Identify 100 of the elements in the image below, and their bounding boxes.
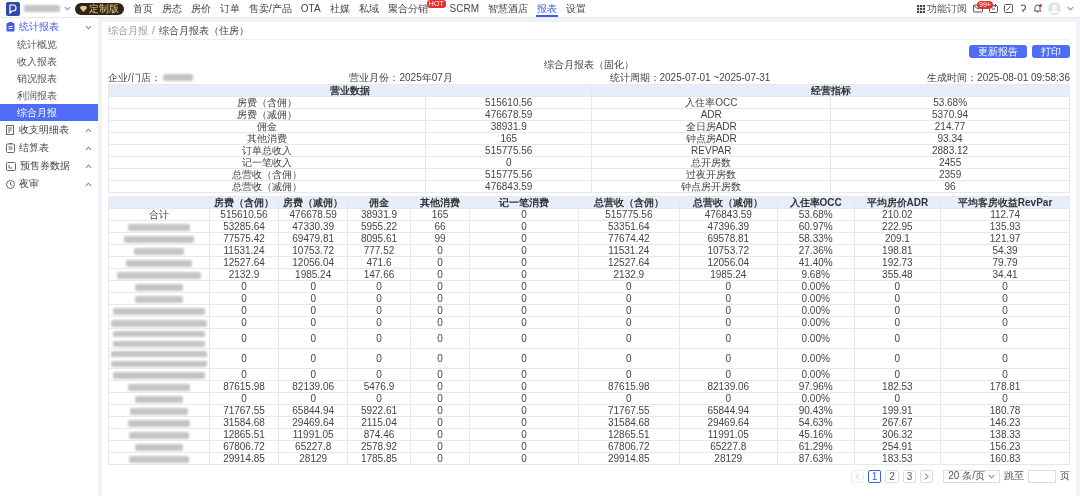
nav-tab[interactable]: SCRM [448, 0, 481, 17]
page-size-select[interactable]: 20 条/页 [943, 469, 1000, 483]
table-cell: 0 [578, 304, 680, 317]
nav-tab[interactable]: 私域 [357, 0, 380, 17]
table-cell: 0 [679, 328, 778, 349]
menu-item[interactable]: 利润报表 [0, 87, 98, 104]
nav-tab[interactable]: OTA [299, 0, 322, 17]
table-cell: 0 [278, 304, 348, 317]
table-cell: 96 [830, 180, 1070, 193]
edition-badge[interactable]: 定制版 [75, 2, 124, 15]
table-cell: 0.00% [777, 328, 855, 349]
table-cell: 41.40% [777, 256, 855, 269]
nav-tab[interactable]: 社媒 [328, 0, 351, 17]
table-cell: 254.91 [854, 440, 941, 453]
table-cell: 67806.72 [578, 440, 680, 453]
document-icon [6, 125, 15, 135]
table-cell: 0 [940, 328, 1070, 349]
table-cell: 38931.9 [425, 120, 592, 133]
table-cell: 60.97% [777, 220, 855, 233]
table-cell: 0 [940, 368, 1070, 381]
caret-icon[interactable] [64, 5, 71, 12]
action-button[interactable]: 更新报告 [969, 45, 1027, 58]
nav-tab[interactable]: 设置 [565, 0, 588, 17]
action-button[interactable]: 打印 [1032, 45, 1070, 58]
table-cell: 2132.9 [578, 268, 680, 281]
table-cell: 钟点房开房数 [591, 180, 831, 193]
table-cell: 0 [278, 316, 348, 329]
table-cell: 0 [679, 280, 778, 293]
table-cell: 0 [578, 348, 680, 369]
table-cell: 777.52 [347, 244, 411, 257]
table-cell: 121.97 [940, 232, 1070, 245]
table-cell: 其他消费 [108, 132, 426, 145]
menu-item[interactable]: 综合月报 [0, 104, 98, 121]
nav-tab[interactable]: 订单 [219, 0, 241, 17]
table-cell: 0 [410, 392, 470, 405]
menu-group[interactable]: 收支明细表 [0, 121, 98, 139]
table-cell: 0 [410, 292, 470, 305]
menu-item[interactable]: 销况报表 [0, 70, 98, 87]
table-cell: 0 [347, 328, 411, 349]
page-jump-field[interactable] [1028, 469, 1056, 483]
table-cell: 11991.05 [679, 428, 778, 441]
table-cell: 8095.61 [347, 232, 411, 245]
nav-tab[interactable]: 聚合分销 [386, 0, 429, 17]
caret-icon [85, 180, 92, 188]
page-button[interactable]: 3 [902, 469, 917, 483]
nav-tab[interactable]: 首页 [132, 0, 154, 17]
table-cell: 0.00% [777, 392, 855, 405]
bell-icon[interactable] [1033, 4, 1042, 13]
menu-group[interactable]: 统计报表 [0, 18, 98, 36]
menu-group[interactable]: 结算表 [0, 139, 98, 157]
blurred-text [133, 247, 184, 255]
breadcrumb-current: 综合月报表（住房） [158, 23, 249, 38]
table-cell: 0 [578, 316, 680, 329]
page-button[interactable]: 2 [885, 469, 899, 483]
page-button[interactable]: 1 [867, 469, 882, 483]
table-cell: 82139.06 [278, 380, 348, 393]
menu-group[interactable]: 预售券数据 [0, 157, 98, 175]
table-cell: 0 [469, 404, 579, 417]
table-cell: 61.29% [777, 440, 855, 453]
table-cell: 0.00% [777, 316, 855, 329]
logo-icon[interactable] [6, 1, 20, 16]
help-icon[interactable] [1019, 4, 1027, 13]
table-cell: 53.68% [777, 208, 855, 221]
blurred-text [127, 419, 190, 427]
table-cell: 54.39 [940, 244, 1070, 257]
nav-tab[interactable]: 售卖/产品 [248, 0, 293, 17]
table-cell: 0 [469, 232, 579, 245]
table-cell: 2115.04 [347, 416, 411, 429]
table-cell: 0 [209, 368, 279, 381]
table-cell: 0 [469, 368, 579, 381]
table-cell: 0 [940, 392, 1070, 405]
table-cell: 0 [469, 452, 579, 465]
table-cell: 5370.94 [830, 108, 1070, 121]
meta-text: 生成时间：2025-08-01 09:58:36 [927, 72, 1070, 83]
table-cell: 476678.59 [425, 108, 592, 121]
nav-tab[interactable]: 智慧酒店 [487, 0, 530, 17]
table-cell: 订单总收入 [108, 144, 426, 157]
menu-item[interactable]: 收入报表 [0, 53, 98, 70]
table-cell: 0 [469, 328, 579, 349]
table-cell: 53.68% [830, 96, 1070, 109]
nav-tab[interactable]: 报表 [536, 0, 559, 17]
nav-tab[interactable]: 房价 [190, 0, 212, 17]
caret-icon[interactable] [1067, 5, 1074, 12]
table-cell: 11531.24 [209, 244, 279, 257]
nav-tab[interactable]: 房态 [161, 0, 183, 17]
table-cell: 0 [469, 220, 579, 233]
table-cell: 165 [425, 132, 592, 145]
table-cell: 99 [410, 232, 470, 245]
menu-item[interactable]: 统计概览 [0, 36, 98, 53]
edit-icon[interactable] [1004, 4, 1013, 13]
table-cell: 0 [410, 428, 470, 441]
table-cell: 12527.64 [578, 256, 680, 269]
table-cell: 0 [410, 380, 470, 393]
menu-group[interactable]: 夜审 [0, 175, 98, 193]
table-cell: 515775.56 [425, 144, 592, 157]
subscription-button[interactable]: 功能订阅 [917, 1, 967, 16]
table-cell: 0 [854, 280, 941, 293]
table-cell: 178.81 [940, 380, 1070, 393]
table-cell: 0 [578, 368, 680, 381]
calendar-icon[interactable] [989, 4, 998, 13]
